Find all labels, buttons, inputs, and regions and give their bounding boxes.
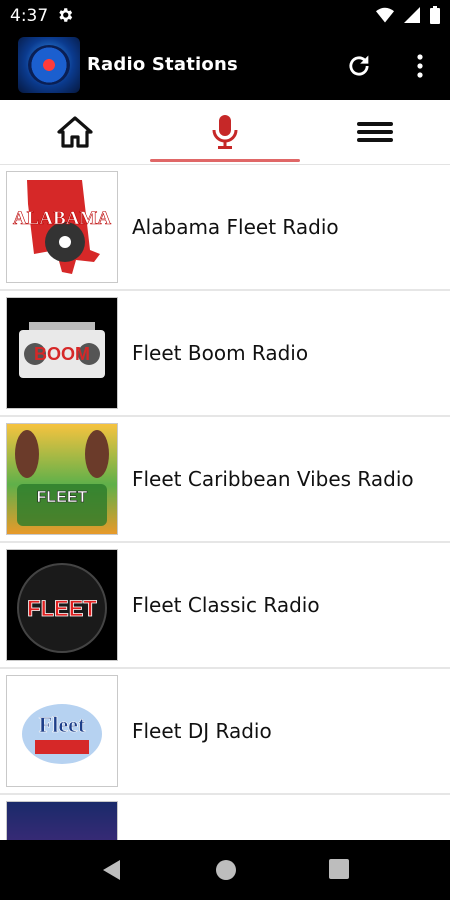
- station-name: Fleet DJ Radio: [132, 719, 272, 743]
- page-title: Radio Stations: [87, 54, 238, 75]
- station-name: Fleet Classic Radio: [132, 593, 320, 617]
- nav-back-button[interactable]: [100, 858, 122, 887]
- app-logo: [18, 37, 80, 93]
- more-vert-icon: [417, 54, 423, 78]
- station-item[interactable]: BOOM Fleet Boom Radio: [0, 291, 450, 417]
- settings-gear-icon: [56, 6, 74, 29]
- tab-home[interactable]: [0, 100, 150, 164]
- back-triangle-icon: [103, 860, 120, 880]
- station-item[interactable]: Fleet Fleet DJ Radio: [0, 669, 450, 795]
- wifi-icon: [376, 7, 394, 28]
- station-name: Alabama Fleet Radio: [132, 215, 339, 239]
- home-icon: [57, 116, 93, 148]
- station-logo-boom: BOOM: [6, 297, 118, 409]
- station-list: ALABAMA Alabama Fleet Radio BOOM Fleet B…: [0, 165, 450, 840]
- logo-text: ALABAMA: [13, 208, 111, 229]
- app-bar: Radio Stations: [0, 30, 450, 100]
- station-logo-caribbean: FLEET: [6, 423, 118, 535]
- station-item[interactable]: [0, 795, 450, 840]
- station-item[interactable]: FLEET Fleet Caribbean Vibes Radio: [0, 417, 450, 543]
- tab-stations[interactable]: [150, 100, 300, 164]
- station-name: Fleet Caribbean Vibes Radio: [132, 467, 414, 491]
- station-logo-partial: [6, 801, 118, 840]
- hamburger-icon: [357, 122, 393, 142]
- refresh-icon: [349, 55, 369, 76]
- home-circle-icon: [216, 860, 236, 880]
- recents-square-icon: [329, 859, 349, 879]
- system-nav-bar: [0, 840, 450, 900]
- nav-home-button[interactable]: [214, 858, 238, 887]
- status-bar: 4:37: [0, 0, 450, 30]
- signal-icon: [404, 7, 420, 28]
- microphone-icon: [212, 115, 238, 149]
- overflow-menu-button[interactable]: [410, 52, 430, 85]
- refresh-button[interactable]: [345, 52, 373, 85]
- status-icons: [376, 6, 440, 29]
- station-logo-classic: FLEET: [6, 549, 118, 661]
- status-time: 4:37: [10, 6, 49, 26]
- station-item[interactable]: ALABAMA Alabama Fleet Radio: [0, 165, 450, 291]
- logo-text: FLEET: [37, 489, 88, 506]
- battery-icon: [430, 6, 440, 29]
- station-logo-dj: Fleet: [6, 675, 118, 787]
- tab-indicator: [150, 159, 300, 162]
- station-name: Fleet Boom Radio: [132, 341, 309, 365]
- station-item[interactable]: FLEET Fleet Classic Radio: [0, 543, 450, 669]
- nav-recents-button[interactable]: [328, 858, 350, 885]
- tab-bar: [0, 100, 450, 165]
- tab-menu[interactable]: [300, 100, 450, 164]
- station-logo-alabama: ALABAMA: [6, 171, 118, 283]
- logo-text: Fleet: [39, 712, 86, 737]
- logo-text: FLEET: [27, 596, 97, 621]
- logo-text: BOOM: [34, 344, 90, 364]
